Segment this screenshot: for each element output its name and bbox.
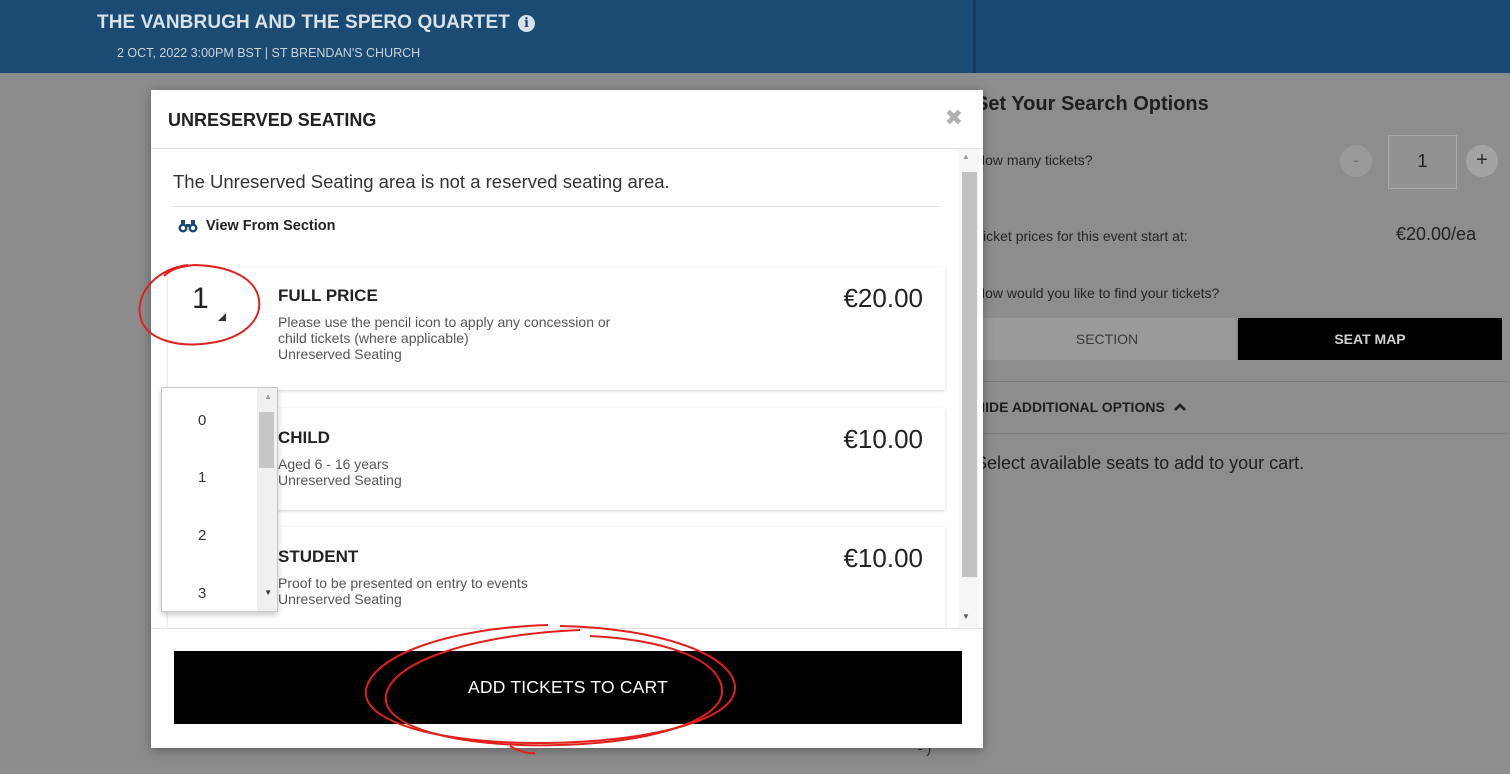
dropdown-option[interactable]: 3 [198,585,206,602]
dropdown-option[interactable]: 1 [198,469,206,486]
quantity-select[interactable]: 1 [192,282,209,316]
tab-seat-map[interactable]: SEAT MAP [1238,318,1502,360]
price-start-value: €20.00/ea [1396,224,1477,244]
dropdown-scrollbar-thumb[interactable] [259,412,274,468]
ticket-price: €10.00 [843,543,923,573]
scroll-down-arrow-icon[interactable]: ▼ [962,612,970,621]
ticket-description-line: Please use the pencil icon to apply any … [278,314,611,330]
ticket-description: Proof to be presented on entry to events… [278,575,748,607]
divider [975,433,1510,434]
ticket-description-line: child tickets (where applicable) [278,330,469,346]
ticket-price: €10.00 [843,424,923,454]
price-start-label: Ticket prices for this event start at: [975,228,1188,244]
event-title-text: THE VANBRUGH AND THE SPERO QUARTET [97,12,510,33]
dropdown-scroll-up-icon[interactable]: ▲ [264,392,272,401]
find-tickets-label: How would you like to find your tickets? [975,285,1220,301]
ticket-description-line: Proof to be presented on entry to events [278,575,528,591]
hide-options-toggle[interactable]: HIDE ADDITIONAL OPTIONS [975,399,1187,415]
binoculars-icon [178,220,198,233]
dropdown-option[interactable]: 0 [198,412,206,429]
ticket-description-line: Aged 6 - 16 years [278,456,389,472]
decrement-button[interactable]: - [1340,145,1372,177]
ticket-type-child: CHILD Aged 6 - 16 years Unreserved Seati… [168,408,945,510]
ticket-type-student: STUDENT Proof to be presented on entry t… [168,527,945,628]
close-icon[interactable]: ✖ [945,105,963,131]
hide-options-label: HIDE ADDITIONAL OPTIONS [975,399,1165,415]
divider [975,381,1510,382]
tab-section[interactable]: SECTION [978,318,1236,360]
ticket-name: STUDENT [278,547,359,566]
view-from-section-label: View From Section [206,218,336,234]
dropdown-caret-icon[interactable] [218,313,226,321]
event-title: THE VANBRUGH AND THE SPERO QUARTET i [97,12,535,34]
chevron-up-icon [1173,403,1186,411]
ticket-description: Aged 6 - 16 years Unreserved Seating [278,456,748,488]
view-from-section-link[interactable]: View From Section [178,218,335,234]
modal-footer-divider [151,628,983,629]
event-header: THE VANBRUGH AND THE SPERO QUARTET i 2 O… [0,0,1510,73]
dropdown-scroll-down-icon[interactable]: ▼ [264,588,272,597]
ticket-price: €20.00 [843,283,923,313]
modal-title: UNRESERVED SEATING [168,110,377,130]
quantity-dropdown-list[interactable]: 0 1 2 3 ▲ ▼ [161,387,278,612]
search-options-title: Set Your Search Options [975,93,1209,115]
description-divider [173,206,939,207]
select-seats-instruction: Select available seats to add to your ca… [975,453,1305,473]
ticket-type-full-price: 1 FULL PRICE Please use the pencil icon … [168,268,945,390]
ticket-description-line: Unreserved Seating [278,591,402,607]
dropdown-option[interactable]: 2 [198,527,206,544]
ticket-name: CHILD [278,428,330,447]
header-divider [973,0,976,73]
info-icon[interactable]: i [517,14,535,32]
seating-description: The Unreserved Seating area is not a res… [173,171,670,192]
ticket-description-line: Unreserved Seating [278,472,402,488]
ticket-quantity-input[interactable]: 1 [1388,135,1457,189]
ticket-description: Please use the pencil icon to apply any … [278,314,748,362]
modal-scrollbar-thumb[interactable] [962,172,977,577]
header-left [0,0,975,73]
tickets-count-label: How many tickets? [975,152,1093,168]
increment-button[interactable]: + [1466,145,1498,177]
add-tickets-to-cart-button[interactable]: ADD TICKETS TO CART [174,651,962,724]
event-subtitle: 2 OCT, 2022 3:00PM BST | ST BRENDAN'S CH… [117,46,421,60]
ticket-name: FULL PRICE [278,286,378,305]
scroll-up-arrow-icon[interactable]: ▲ [962,152,970,161]
ticket-description-line: Unreserved Seating [278,346,402,362]
